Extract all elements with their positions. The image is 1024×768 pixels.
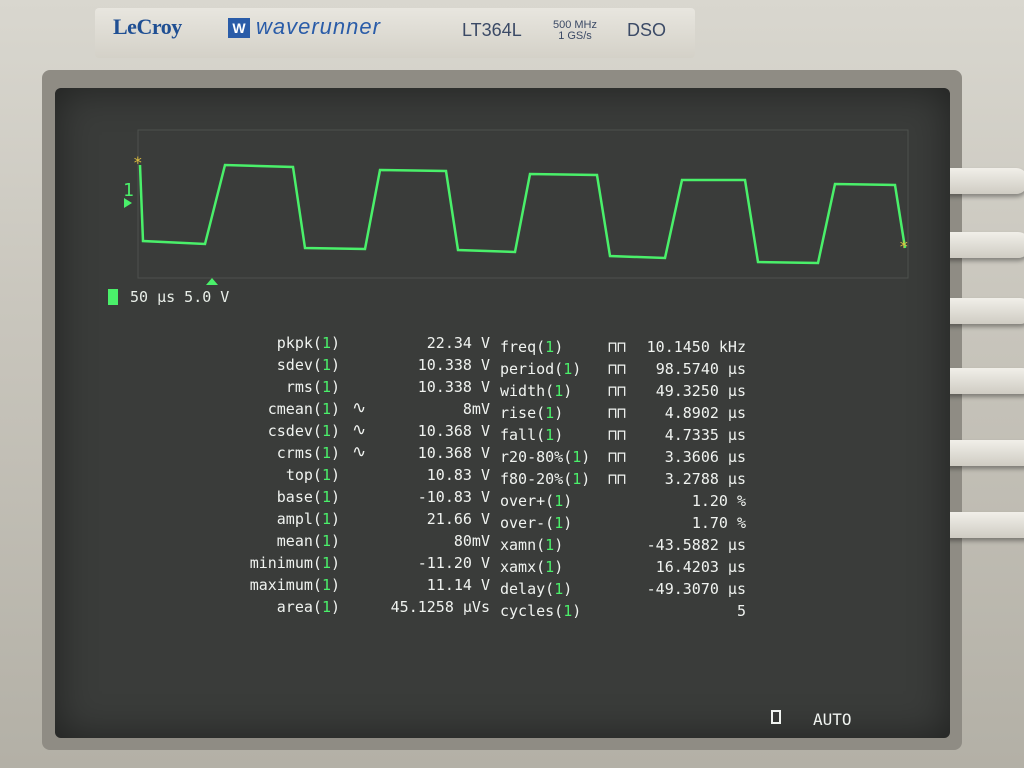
measurement-value: 10.338 V [417,356,490,374]
channel-1-label: 1 [123,180,134,201]
measurement-value: 3.3606 µs [664,448,746,466]
channel-1-trace [138,163,907,265]
measurement-label: cycles(1) [500,602,582,620]
measurement-value: 10.1450 kHz [646,338,746,356]
measurement-label: over-(1) [500,514,573,532]
measurement-value: 8mV [462,400,490,418]
measurement-label: delay(1) [500,580,573,598]
measurement-label: f80-20%(1) [500,470,591,488]
measurement-value: 4.8902 µs [664,404,746,422]
channel-1-indicator[interactable] [108,289,118,305]
measurement-label: ampl(1) [276,510,340,528]
measurement-label: width(1) [500,382,573,400]
measurement-value: 10.368 V [417,444,490,462]
measurement-label: xamx(1) [500,558,564,576]
measurement-label: r20-80%(1) [500,448,591,466]
measurement-label: minimum(1) [249,554,340,572]
measurement-value: 10.83 V [426,466,490,484]
measurement-value: 16.4203 µs [655,558,746,576]
measurement-value: 4.7335 µs [664,426,746,444]
trigger-mode[interactable]: AUTO [813,710,852,729]
measurement-value: 1.70 % [691,514,746,532]
measurement-label: xamn(1) [500,536,564,554]
measurement-label: fall(1) [500,426,564,444]
timebase-readout[interactable]: 50 µs 5.0 V [130,288,229,306]
measurement-label: freq(1) [500,338,564,356]
measurement-value: -11.20 V [417,554,490,572]
measurement-value: 5 [736,602,746,620]
trigger-star-left-icon: * [133,153,143,172]
measurement-label: mean(1) [276,532,340,550]
trigger-star-right-icon: * [899,237,909,256]
measurement-value: 22.34 V [426,334,490,352]
measurement-value: 21.66 V [426,510,490,528]
measurement-value: 10.368 V [417,422,490,440]
measurement-label: base(1) [276,488,340,506]
measurement-value: 98.5740 µs [655,360,746,378]
measurement-label: pkpk(1) [276,334,340,352]
measurement-label: crms(1) [276,444,340,462]
measurement-value: 3.2788 µs [664,470,746,488]
measurement-value: -49.3070 µs [646,580,746,598]
measurement-label: cmean(1) [267,400,340,418]
measurement-label: csdev(1) [267,422,340,440]
measurement-value: 10.338 V [417,378,490,396]
measurement-label: period(1) [500,360,582,378]
measurement-label: rise(1) [500,404,564,422]
measurement-label: maximum(1) [249,576,340,594]
measurement-value: 11.14 V [426,576,490,594]
measurement-label: sdev(1) [276,356,340,374]
measurement-label: over+(1) [500,492,573,510]
measurement-value: -10.83 V [417,488,490,506]
measurement-label: top(1) [285,466,340,484]
trigger-marker-icon [206,278,218,285]
measurement-label: area(1) [276,598,340,616]
status-icon [771,710,781,724]
measurement-label: rms(1) [285,378,340,396]
measurement-value: 49.3250 µs [655,382,746,400]
measurement-value: 80mV [453,532,490,550]
measurement-value: 45.1258 µVs [390,598,490,616]
measurement-value: 1.20 % [691,492,746,510]
measurement-value: -43.5882 µs [646,536,746,554]
